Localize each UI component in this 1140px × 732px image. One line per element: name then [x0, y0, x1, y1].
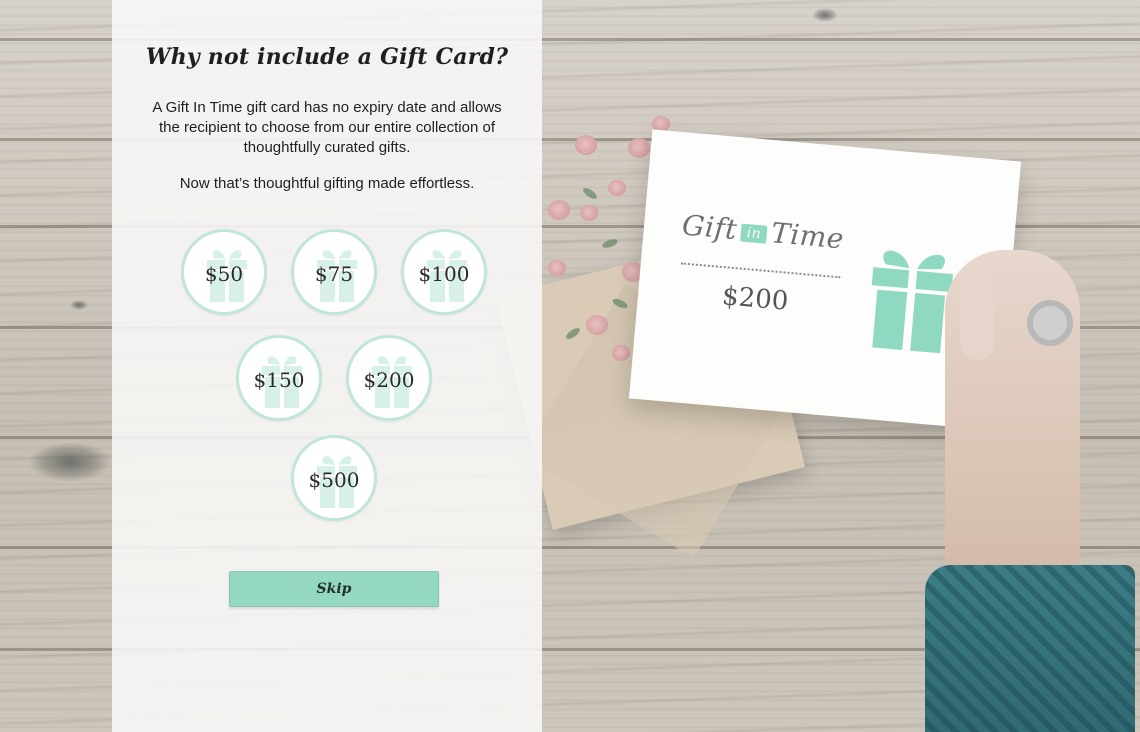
- ring-image: [1027, 300, 1073, 346]
- rose-flower: [548, 200, 570, 220]
- rose-flower: [628, 138, 650, 158]
- thumb-image: [960, 270, 994, 360]
- rose-flower: [580, 205, 598, 221]
- panel-description: A Gift In Time gift card has no expiry d…: [152, 99, 502, 156]
- card-brand-in: in: [740, 223, 768, 244]
- rose-flower: [586, 315, 608, 335]
- card-brand-logo: Gift in Time: [681, 208, 845, 255]
- card-brand-gift: Gift: [680, 208, 739, 247]
- rose-flower: [575, 135, 597, 155]
- skip-button[interactable]: Skip: [229, 571, 439, 607]
- panel-title: Why not include a Gift Card?: [145, 44, 509, 70]
- leaf: [581, 186, 599, 201]
- wood-knot: [70, 300, 88, 310]
- option-amount: $100: [418, 262, 470, 286]
- rose-flower: [608, 180, 626, 196]
- gift-card-panel: Why not include a Gift Card? A Gift In T…: [112, 0, 542, 732]
- panel-tagline: Now that’s thoughtful gifting made effor…: [179, 175, 475, 192]
- option-amount: $75: [314, 262, 354, 286]
- gift-card-option-50[interactable]: $50: [181, 229, 267, 315]
- gift-card-option-75[interactable]: $75: [291, 229, 377, 315]
- gift-card-option-500[interactable]: $500: [291, 435, 377, 521]
- card-dotted-line: [680, 262, 841, 279]
- rose-flower: [612, 345, 630, 361]
- rose-flower: [548, 260, 566, 276]
- wood-knot: [812, 8, 838, 22]
- card-brand-time: Time: [769, 216, 846, 256]
- leaf: [601, 237, 619, 250]
- option-amount: $150: [253, 368, 305, 392]
- gift-card-option-200[interactable]: $200: [346, 335, 432, 421]
- option-amount: $200: [363, 368, 415, 392]
- sleeve-image: [925, 565, 1135, 732]
- wood-knot: [28, 442, 112, 482]
- option-amount: $50: [204, 262, 244, 286]
- gift-card-option-100[interactable]: $100: [401, 229, 487, 315]
- gift-card-option-150[interactable]: $150: [236, 335, 322, 421]
- option-amount: $500: [308, 468, 360, 492]
- card-amount: $200: [720, 281, 790, 317]
